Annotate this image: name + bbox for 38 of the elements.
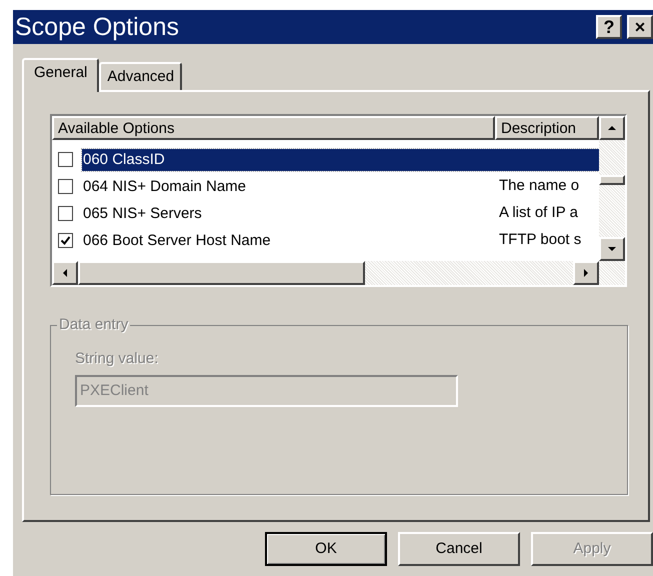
scroll-right-button[interactable]: [573, 261, 599, 285]
checkbox[interactable]: [58, 233, 73, 248]
dialog-button[interactable]: Cancel: [398, 532, 520, 566]
column-header[interactable]: Available Options: [52, 116, 495, 140]
list-row[interactable]: 066 Boot Server Host Name TFTP boot s: [82, 230, 599, 252]
scroll-thumb[interactable]: [78, 261, 365, 285]
column-header[interactable]: Description: [495, 116, 599, 140]
group-title: Data entry: [57, 316, 130, 334]
scroll-left-button[interactable]: [52, 261, 78, 285]
check-icon: [60, 235, 71, 246]
down-arrow-icon: [607, 244, 617, 254]
scroll-up-button[interactable]: [599, 116, 625, 140]
option-name: 060 ClassID: [82, 150, 166, 170]
list-row[interactable]: 060 ClassID: [82, 148, 599, 170]
help-button[interactable]: ?: [596, 15, 622, 39]
checkbox[interactable]: [58, 206, 73, 221]
right-arrow-icon: [581, 268, 591, 278]
field-label: String value:: [75, 350, 160, 368]
option-name: 064 NIS+ Domain Name: [82, 176, 247, 196]
checkbox[interactable]: [58, 179, 73, 194]
scroll-thumb[interactable]: [599, 174, 625, 184]
tab[interactable]: General: [22, 58, 100, 92]
option-name: 065 NIS+ Servers: [82, 204, 203, 224]
vertical-scrollbar[interactable]: [599, 116, 625, 261]
list-row[interactable]: 065 NIS+ Servers A list of IP a: [82, 202, 599, 224]
option-description: TFTP boot s: [498, 230, 582, 250]
scroll-down-button[interactable]: [599, 237, 625, 261]
checkbox[interactable]: [58, 152, 73, 167]
close-button[interactable]: ×: [627, 15, 653, 39]
option-description: A list of IP a: [498, 203, 578, 224]
option-name: 066 Boot Server Host Name: [82, 230, 272, 250]
up-arrow-icon: [607, 123, 617, 133]
dialog-button[interactable]: OK: [265, 532, 387, 566]
list-row[interactable]: 064 NIS+ Domain Name The name o: [82, 176, 599, 198]
option-description: The name o: [498, 176, 580, 196]
horizontal-scrollbar[interactable]: [52, 261, 625, 285]
window-title: Scope Options: [15, 14, 180, 40]
tab[interactable]: Advanced: [99, 62, 182, 90]
